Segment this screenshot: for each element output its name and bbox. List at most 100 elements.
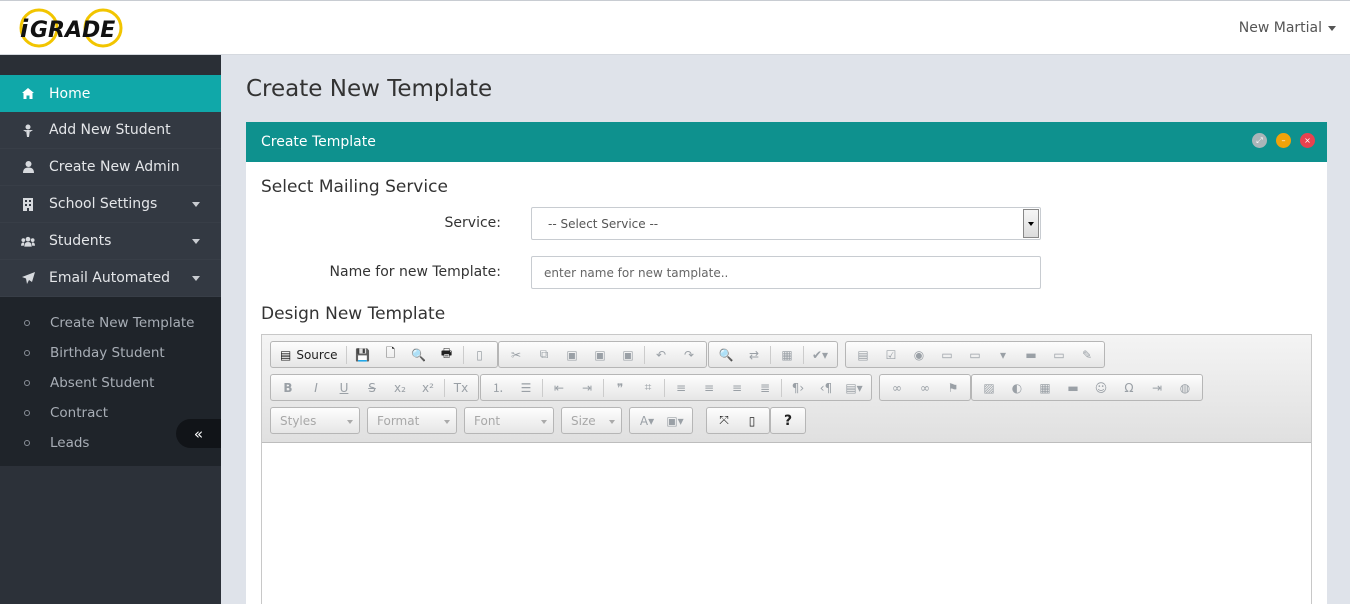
- submenu-item-birthday-student[interactable]: Birthday Student: [0, 338, 221, 368]
- find-icon[interactable]: 🔍: [712, 344, 740, 366]
- help-button[interactable]: ?: [774, 410, 802, 432]
- expand-icon[interactable]: ⤢: [1252, 133, 1267, 148]
- flash-icon[interactable]: ◐: [1003, 377, 1031, 399]
- chevron-down-icon: [192, 202, 200, 207]
- format-combo[interactable]: Format: [367, 407, 457, 434]
- sidebar-item-home[interactable]: Home: [0, 75, 221, 112]
- editor-content-area[interactable]: [262, 443, 1311, 604]
- align-center-icon[interactable]: ≡: [695, 377, 723, 399]
- igrade-logo[interactable]: i GRADE: [16, 7, 126, 51]
- templates-icon[interactable]: ▯: [466, 344, 494, 366]
- submenu-item-create-new-template[interactable]: Create New Template: [0, 308, 221, 338]
- maximize-icon[interactable]: ⤧: [710, 410, 738, 432]
- checkbox-icon[interactable]: ☑: [877, 344, 905, 366]
- ltr-icon[interactable]: ¶›: [784, 377, 812, 399]
- sidebar-collapse-button[interactable]: «: [176, 419, 221, 448]
- select-field-icon[interactable]: ▾: [989, 344, 1017, 366]
- iframe-icon[interactable]: ◍: [1171, 377, 1199, 399]
- align-right-icon[interactable]: ≡: [723, 377, 751, 399]
- source-button[interactable]: ▤ Source: [274, 344, 344, 366]
- smiley-icon[interactable]: ☺: [1087, 377, 1115, 399]
- toolbar-tools-group: ⤧ ▯: [706, 407, 770, 434]
- spellcheck-icon[interactable]: ✔▾: [806, 344, 834, 366]
- sidebar-item-label: Home: [49, 85, 91, 102]
- bold-icon[interactable]: B: [274, 377, 302, 399]
- italic-icon[interactable]: I: [302, 377, 330, 399]
- format-combo-label: Format: [377, 413, 420, 428]
- justify-icon[interactable]: ≣: [751, 377, 779, 399]
- horizontal-rule-icon[interactable]: ▬: [1059, 377, 1087, 399]
- indent-icon[interactable]: ⇥: [573, 377, 601, 399]
- sidebar-item-add-new-student[interactable]: Add New Student: [0, 112, 221, 149]
- sidebar-item-create-new-admin[interactable]: Create New Admin: [0, 149, 221, 186]
- chevron-down-icon: [541, 420, 547, 424]
- submenu-item-absent-student[interactable]: Absent Student: [0, 368, 221, 398]
- bulleted-list-icon[interactable]: ☰: [512, 377, 540, 399]
- building-icon: [21, 197, 35, 211]
- copy-icon[interactable]: ⧉: [530, 344, 558, 366]
- hidden-field-icon[interactable]: ✎: [1073, 344, 1101, 366]
- service-label: Service:: [444, 215, 501, 231]
- numbered-list-icon[interactable]: ⒈: [484, 377, 512, 399]
- submenu-item-label: Birthday Student: [50, 345, 165, 361]
- font-combo[interactable]: Font: [464, 407, 554, 434]
- show-blocks-icon[interactable]: ▯: [738, 410, 766, 432]
- chevron-down-icon: [444, 420, 450, 424]
- div-container-icon[interactable]: ⌗: [634, 377, 662, 399]
- text-color-icon[interactable]: A▾: [633, 410, 661, 432]
- subscript-icon[interactable]: x₂: [386, 377, 414, 399]
- redo-icon[interactable]: ↷: [675, 344, 703, 366]
- image-button-icon[interactable]: ▭: [1045, 344, 1073, 366]
- styles-combo[interactable]: Styles: [270, 407, 360, 434]
- preview-icon[interactable]: 🔍: [405, 344, 433, 366]
- unlink-icon[interactable]: ∞: [911, 377, 939, 399]
- superscript-icon[interactable]: x²: [414, 377, 442, 399]
- chevron-down-icon: [347, 420, 353, 424]
- sidebar-item-email-automated[interactable]: Email Automated: [0, 260, 221, 297]
- form-icon[interactable]: ▤: [849, 344, 877, 366]
- special-char-icon[interactable]: Ω: [1115, 377, 1143, 399]
- image-icon[interactable]: ▨: [975, 377, 1003, 399]
- radio-icon[interactable]: ◉: [905, 344, 933, 366]
- sidebar-item-school-settings[interactable]: School Settings: [0, 186, 221, 223]
- new-page-icon[interactable]: 🗋: [377, 344, 405, 366]
- submenu-item-label: Create New Template: [50, 315, 195, 331]
- textarea-icon[interactable]: ▭: [961, 344, 989, 366]
- button-field-icon[interactable]: ▬: [1017, 344, 1045, 366]
- bullet-icon: [24, 320, 30, 326]
- size-combo[interactable]: Size: [561, 407, 622, 434]
- user-menu[interactable]: New Martial: [1239, 20, 1336, 36]
- link-icon[interactable]: ∞: [883, 377, 911, 399]
- underline-icon[interactable]: U: [330, 377, 358, 399]
- paste-word-icon[interactable]: ▣: [614, 344, 642, 366]
- print-icon[interactable]: 🖶: [433, 344, 461, 366]
- sidebar-spacer: [0, 55, 221, 75]
- minimize-icon[interactable]: –: [1276, 133, 1291, 148]
- template-name-input[interactable]: [531, 256, 1041, 289]
- remove-format-icon[interactable]: Tx: [447, 377, 475, 399]
- sidebar-item-students[interactable]: Students: [0, 223, 221, 260]
- paste-icon[interactable]: ▣: [558, 344, 586, 366]
- rtl-icon[interactable]: ‹¶: [812, 377, 840, 399]
- blockquote-icon[interactable]: ❞: [606, 377, 634, 399]
- save-icon[interactable]: 💾: [349, 344, 377, 366]
- cut-icon[interactable]: ✂: [502, 344, 530, 366]
- background-color-icon[interactable]: ▣▾: [661, 410, 689, 432]
- anchor-icon[interactable]: ⚑: [939, 377, 967, 399]
- select-all-icon[interactable]: ▦: [773, 344, 801, 366]
- language-icon[interactable]: ▤▾: [840, 377, 868, 399]
- page-title: Create New Template: [246, 76, 493, 102]
- service-select[interactable]: -- Select Service --: [531, 207, 1041, 240]
- table-icon[interactable]: ▦: [1031, 377, 1059, 399]
- align-left-icon[interactable]: ≡: [667, 377, 695, 399]
- replace-icon[interactable]: ⇄: [740, 344, 768, 366]
- textfield-icon[interactable]: ▭: [933, 344, 961, 366]
- close-icon[interactable]: ×: [1300, 133, 1315, 148]
- strike-icon[interactable]: S: [358, 377, 386, 399]
- outdent-icon[interactable]: ⇤: [545, 377, 573, 399]
- sidebar-item-label: Create New Admin: [49, 159, 180, 175]
- undo-icon[interactable]: ↶: [647, 344, 675, 366]
- page-break-icon[interactable]: ⇥: [1143, 377, 1171, 399]
- paste-text-icon[interactable]: ▣: [586, 344, 614, 366]
- create-template-panel: Create Template ⤢ – × Select Mailing Ser…: [246, 122, 1327, 604]
